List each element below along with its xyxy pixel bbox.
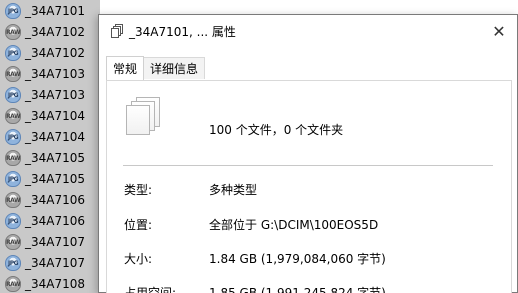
raw-file-icon: RAW [5,191,21,208]
properties-dialog: _34A7101, ... 属性 ✕ 常规 详细信息 100 个文件，0 个文件… [98,14,518,293]
jpg-file-icon: JPG [5,170,21,187]
file-type-badge: RAW [6,70,21,78]
file-type-badge: JPG [7,259,19,267]
jpg-file-icon: JPG [5,44,21,61]
size-label: 大小: [124,252,153,266]
file-name: _34A7102 [25,45,86,60]
file-list-item[interactable]: RAW _34A7106 [0,189,100,210]
divider [123,165,493,166]
raw-file-icon: RAW [5,23,21,40]
file-type-badge: JPG [7,91,19,99]
file-name: _34A7107 [25,255,86,270]
jpg-file-icon: JPG [5,254,21,271]
raw-file-icon: RAW [5,275,21,292]
file-type-badge: RAW [6,238,21,246]
type-label: 类型: [124,183,153,197]
file-name: _34A7104 [25,108,86,123]
dialog-title: _34A7101, ... 属性 [129,25,236,39]
file-count-summary: 100 个文件，0 个文件夹 [209,123,344,137]
file-name: _34A7106 [25,192,86,207]
file-list-item[interactable]: JPG _34A7103 [0,84,100,105]
file-list-item[interactable]: RAW _34A7105 [0,147,100,168]
dialog-titlebar[interactable]: _34A7101, ... 属性 ✕ [99,15,517,48]
file-list-item[interactable]: JPG _34A7105 [0,168,100,189]
tab-details[interactable]: 详细信息 [143,57,206,79]
file-name: _34A7103 [25,87,86,102]
file-type-badge: RAW [6,280,21,288]
file-list: JPG _34A7101 RAW _34A7102 JPG _34A7102 RAW _34A… [0,0,100,293]
general-tab-panel: 100 个文件，0 个文件夹 类型: 多种类型 位置: 全部位于 G:\DCIM… [106,80,512,293]
file-name: _34A7108 [25,276,86,291]
file-list-item[interactable]: JPG _34A7106 [0,210,100,231]
file-name: _34A7102 [25,24,86,39]
raw-file-icon: RAW [5,107,21,124]
file-type-badge: RAW [6,112,21,120]
jpg-file-icon: JPG [5,212,21,229]
file-name: _34A7107 [25,234,86,249]
location-label: 位置: [124,218,153,232]
file-name: _34A7106 [25,213,86,228]
location-value: 全部位于 G:\DCIM\100EOS5D [209,218,379,232]
file-type-badge: JPG [7,49,19,57]
file-list-item[interactable]: JPG _34A7101 [0,0,100,21]
file-list-item[interactable]: RAW _34A7104 [0,105,100,126]
tab-bar: 常规 详细信息 [106,56,206,80]
file-list-item[interactable]: RAW _34A7103 [0,63,100,84]
file-name: _34A7103 [25,66,86,81]
close-icon: ✕ [492,21,506,41]
raw-file-icon: RAW [5,65,21,82]
multiple-files-icon [126,97,160,137]
size-on-disk-value: 1.85 GB (1,991,245,824 字节) [209,286,386,293]
file-name: _34A7101 [25,3,86,18]
file-type-badge: JPG [7,7,19,15]
file-type-badge: JPG [7,133,19,141]
file-name: _34A7105 [25,150,86,165]
size-value: 1.84 GB (1,979,084,060 字节) [209,252,386,266]
raw-file-icon: RAW [5,233,21,250]
file-type-badge: JPG [7,175,19,183]
file-name: _34A7105 [25,171,86,186]
file-type-badge: RAW [6,154,21,162]
file-name: _34A7104 [25,129,86,144]
jpg-file-icon: JPG [5,128,21,145]
size-on-disk-label: 占用空间: [124,286,177,293]
jpg-file-icon: JPG [5,86,21,103]
file-list-item[interactable]: RAW _34A7107 [0,231,100,252]
close-button[interactable]: ✕ [489,21,509,41]
type-value: 多种类型 [209,183,258,197]
file-list-item[interactable]: JPG _34A7102 [0,42,100,63]
file-type-badge: RAW [6,28,21,36]
file-type-badge: RAW [6,196,21,204]
file-list-item[interactable]: JPG _34A7104 [0,126,100,147]
file-list-item[interactable]: RAW _34A7108 [0,273,100,293]
jpg-file-icon: JPG [5,2,21,19]
tab-general[interactable]: 常规 [106,56,145,80]
file-list-item[interactable]: JPG _34A7107 [0,252,100,273]
file-list-item[interactable]: RAW _34A7102 [0,21,100,42]
multiple-files-icon [111,24,123,38]
raw-file-icon: RAW [5,149,21,166]
file-type-badge: JPG [7,217,19,225]
